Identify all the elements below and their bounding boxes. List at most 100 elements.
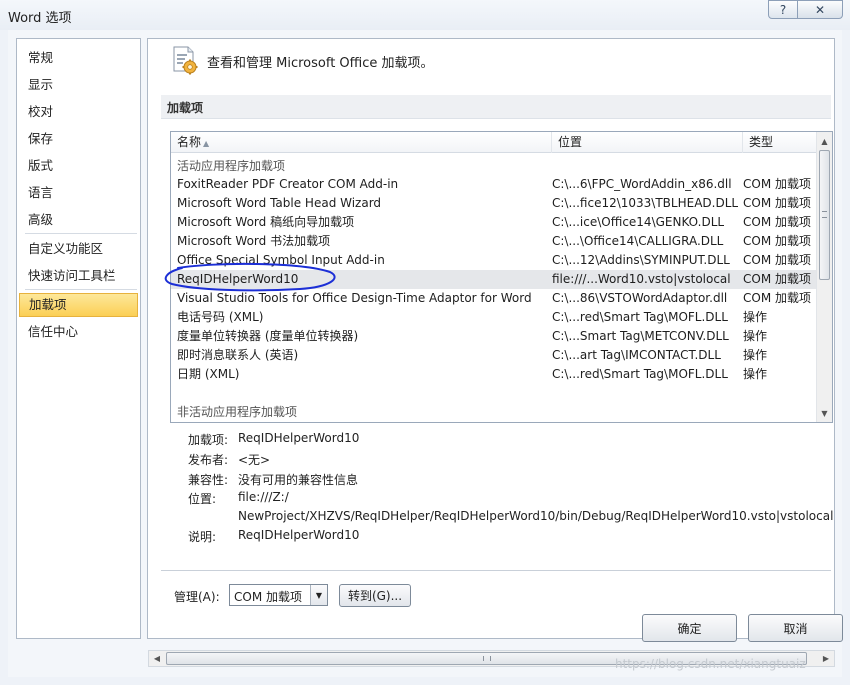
sidebar-item-advanced[interactable]: 高级 (19, 208, 138, 232)
table-row[interactable]: Microsoft Word Table Head Wizard C:\...f… (171, 194, 817, 213)
row-location: C:\...12\Addins\SYMINPUT.DLL (552, 253, 730, 267)
column-header-type[interactable]: 类型 (743, 132, 817, 153)
row-location: file:///...Word10.vsto|vstolocal (552, 272, 731, 286)
detail-desc-value: ReqIDHelperWord10 (238, 528, 360, 542)
row-location: C:\...red\Smart Tag\MOFL.DLL (552, 367, 728, 381)
row-name: Microsoft Word 书法加载项 (177, 234, 331, 248)
row-name: Office Special Symbol Input Add-in (177, 253, 385, 267)
panel-header-text: 查看和管理 Microsoft Office 加载项。 (207, 56, 434, 71)
group-inactive-addins: 非活动应用程序加载项 (177, 405, 298, 419)
scroll-up-icon[interactable]: ▲ (817, 133, 832, 149)
grip-icon (483, 656, 491, 661)
row-type: 操作 (743, 367, 768, 381)
row-name: FoxitReader PDF Creator COM Add-in (177, 177, 399, 191)
group-active-addins: 活动应用程序加载项 (177, 159, 286, 173)
close-button[interactable]: ✕ (797, 0, 843, 19)
title-bar: Word 选项 ? ✕ (0, 0, 850, 30)
scroll-down-icon[interactable]: ▼ (817, 405, 832, 421)
detail-publisher-label: 发布者: (188, 453, 229, 467)
sidebar-divider (25, 233, 137, 234)
row-name: Microsoft Word Table Head Wizard (177, 196, 382, 210)
row-location: C:\...red\Smart Tag\MOFL.DLL (552, 310, 728, 324)
table-row[interactable]: Microsoft Word 书法加载项 C:\...\Office14\CAL… (171, 232, 817, 251)
table-row-selected[interactable]: ReqIDHelperWord10 file:///...Word10.vsto… (171, 270, 817, 289)
row-location: C:\...\Office14\CALLIGRA.DLL (552, 234, 724, 248)
addin-gear-icon (173, 46, 198, 75)
detail-publisher-value: <无> (238, 453, 271, 467)
sidebar-item-addins[interactable]: 加载项 (19, 293, 138, 317)
ok-button[interactable]: 确定 (642, 614, 737, 642)
row-name: Visual Studio Tools for Office Design-Ti… (177, 291, 532, 305)
dialog-body: 常规 显示 校对 保存 版式 语言 高级 自定义功能区 快速访问工具栏 加载项 … (8, 30, 842, 677)
row-name: 日期 (XML) (177, 367, 240, 381)
sidebar-item-language[interactable]: 语言 (19, 181, 138, 205)
manage-divider (161, 570, 831, 571)
addins-panel: 查看和管理 Microsoft Office 加载项。 加载项 名称 ▲ 位置 类… (147, 38, 835, 639)
row-name: ReqIDHelperWord10 (177, 272, 299, 286)
cancel-button[interactable]: 取消 (748, 614, 843, 642)
row-name: 电话号码 (XML) (177, 310, 264, 324)
column-header-name[interactable]: 名称 ▲ (171, 132, 552, 153)
sidebar-item-proofing[interactable]: 校对 (19, 100, 138, 124)
row-location: C:\...fice12\1033\TBLHEAD.DLL (552, 196, 738, 210)
row-location: C:\...86\VSTOWordAdaptor.dll (552, 291, 728, 305)
detail-addin-value: ReqIDHelperWord10 (238, 431, 360, 445)
scroll-right-icon[interactable]: ▶ (818, 651, 834, 666)
options-sidebar: 常规 显示 校对 保存 版式 语言 高级 自定义功能区 快速访问工具栏 加载项 … (16, 38, 141, 639)
help-button[interactable]: ? (768, 0, 798, 19)
row-type: COM 加载项 (743, 196, 811, 210)
goto-button[interactable]: 转到(G)... (339, 584, 411, 607)
sidebar-divider (25, 289, 137, 290)
detail-compat-value: 没有可用的兼容性信息 (238, 473, 359, 487)
row-location: C:\...ice\Office14\GENKO.DLL (552, 215, 725, 229)
word-options-dialog: Word 选项 ? ✕ 常规 显示 校对 保存 版式 语言 高级 自定义功能区 … (0, 0, 850, 685)
detail-location-label: 位置: (188, 492, 217, 506)
detail-location-value-1: file:///Z:/ (238, 490, 289, 504)
scroll-left-icon[interactable]: ◀ (149, 651, 165, 666)
addins-list[interactable]: 名称 ▲ 位置 类型 活动应用程序加载项 FoxitReader PDF Crea… (170, 131, 833, 423)
list-header: 名称 ▲ 位置 类型 (171, 132, 817, 153)
sidebar-item-layout[interactable]: 版式 (19, 154, 138, 178)
row-type: COM 加载项 (743, 291, 811, 305)
manage-label: 管理(A): (174, 590, 220, 604)
manage-dropdown[interactable]: COM 加载项 ▼ (229, 584, 328, 606)
row-name: 即时消息联系人 (英语) (177, 348, 299, 362)
row-location: C:\...art Tag\IMCONTACT.DLL (552, 348, 721, 362)
scroll-thumb[interactable] (819, 150, 830, 280)
sidebar-item-customize-ribbon[interactable]: 自定义功能区 (19, 237, 138, 261)
list-vertical-scrollbar[interactable]: ▲ ▼ (816, 132, 832, 422)
column-header-location[interactable]: 位置 (552, 132, 743, 153)
detail-addin-label: 加载项: (188, 433, 229, 447)
sidebar-item-general[interactable]: 常规 (19, 46, 138, 70)
chevron-down-icon[interactable]: ▼ (310, 585, 327, 605)
detail-compat-label: 兼容性: (188, 473, 229, 487)
section-header: 加载项 (161, 95, 831, 119)
row-type: COM 加载项 (743, 215, 811, 229)
sidebar-item-quick-access-toolbar[interactable]: 快速访问工具栏 (19, 264, 138, 288)
row-type: 操作 (743, 329, 768, 343)
detail-location-value-2: NewProject/XHZVS/ReqIDHelper/ReqIDHelper… (238, 509, 834, 523)
row-name: Microsoft Word 稿纸向导加载项 (177, 215, 355, 229)
table-row[interactable]: 度量单位转换器 (度量单位转换器) C:\...Smart Tag\METCON… (171, 327, 817, 346)
row-name: 度量单位转换器 (度量单位转换器) (177, 329, 359, 343)
table-row[interactable]: 日期 (XML) C:\...red\Smart Tag\MOFL.DLL 操作 (171, 365, 817, 384)
column-name-label: 名称 (177, 135, 202, 149)
row-type: COM 加载项 (743, 253, 811, 267)
sidebar-item-trust-center[interactable]: 信任中心 (19, 320, 138, 344)
table-row[interactable]: 电话号码 (XML) C:\...red\Smart Tag\MOFL.DLL … (171, 308, 817, 327)
table-row[interactable]: Visual Studio Tools for Office Design-Ti… (171, 289, 817, 308)
table-row[interactable]: Microsoft Word 稿纸向导加载项 C:\...ice\Office1… (171, 213, 817, 232)
detail-desc-label: 说明: (188, 530, 217, 544)
sidebar-item-save[interactable]: 保存 (19, 127, 138, 151)
row-type: 操作 (743, 348, 768, 362)
sidebar-item-display[interactable]: 显示 (19, 73, 138, 97)
row-type: 操作 (743, 310, 768, 324)
manage-dropdown-value: COM 加载项 (234, 590, 302, 604)
watermark-text: https://blog.csdn.net/xiangtuaiz (615, 657, 806, 671)
section-title: 加载项 (167, 101, 204, 115)
row-location: C:\...6\FPC_WordAddin_x86.dll (552, 177, 732, 191)
table-row[interactable]: FoxitReader PDF Creator COM Add-in C:\..… (171, 175, 817, 194)
table-row[interactable]: Office Special Symbol Input Add-in C:\..… (171, 251, 817, 270)
sort-ascending-icon: ▲ (203, 139, 210, 148)
table-row[interactable]: 即时消息联系人 (英语) C:\...art Tag\IMCONTACT.DLL… (171, 346, 817, 365)
